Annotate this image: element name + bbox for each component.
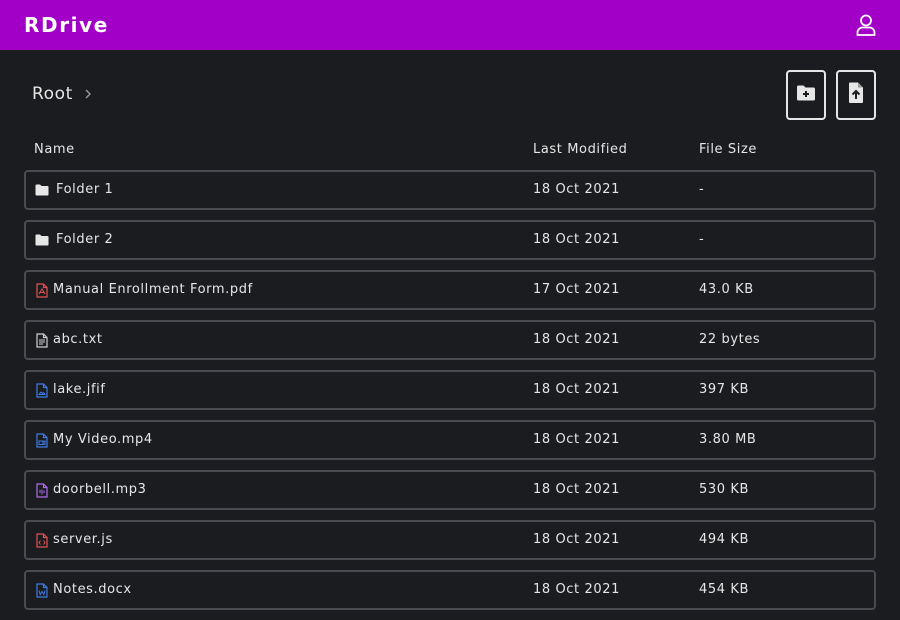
- item-last-modified: 18 Oct 2021: [533, 332, 620, 347]
- breadcrumb: Root: [32, 84, 91, 104]
- item-last-modified: 18 Oct 2021: [533, 382, 620, 397]
- item-file-size: 530 KB: [699, 482, 749, 497]
- item-last-modified: 18 Oct 2021: [533, 582, 620, 597]
- file-list: Folder 1 18 Oct 2021 - Folder 2 18 Oct 2021 -…: [24, 170, 876, 620]
- item-last-modified: 17 Oct 2021: [533, 282, 620, 297]
- item-last-modified: 18 Oct 2021: [533, 532, 620, 547]
- item-last-modified: 18 Oct 2021: [533, 482, 620, 497]
- file-row[interactable]: server.js 18 Oct 2021 494 KB: [24, 520, 876, 560]
- folder-icon: [34, 232, 50, 248]
- file-row[interactable]: Manual Enrollment Form.pdf 17 Oct 2021 43.…: [24, 270, 876, 310]
- item-file-size: 454 KB: [699, 582, 749, 597]
- new-folder-button[interactable]: [786, 70, 826, 120]
- upload-file-button[interactable]: [836, 70, 876, 120]
- folder-row[interactable]: Folder 2 18 Oct 2021 -: [24, 220, 876, 260]
- text-file-icon: [34, 332, 50, 348]
- item-name[interactable]: lake.jfif: [53, 382, 106, 397]
- column-header-file-size[interactable]: File Size: [699, 142, 757, 157]
- file-row[interactable]: doorbell.mp3 18 Oct 2021 530 KB: [24, 470, 876, 510]
- breadcrumb-root[interactable]: Root: [32, 84, 73, 104]
- item-name[interactable]: server.js: [53, 532, 113, 547]
- file-row[interactable]: lake.jfif 18 Oct 2021 397 KB: [24, 370, 876, 410]
- toolbar-actions: [786, 70, 876, 120]
- item-file-size: 397 KB: [699, 382, 749, 397]
- item-last-modified: 18 Oct 2021: [533, 432, 620, 447]
- chevron-right-icon: [85, 89, 91, 99]
- code-file-icon: [34, 532, 50, 548]
- item-name[interactable]: Folder 1: [56, 182, 113, 197]
- item-file-size: -: [699, 182, 705, 197]
- brand-logo[interactable]: RDrive: [24, 13, 109, 37]
- file-row[interactable]: abc.txt 18 Oct 2021 22 bytes: [24, 320, 876, 360]
- item-last-modified: 18 Oct 2021: [533, 182, 620, 197]
- table-header: Name Last Modified File Size: [24, 140, 876, 160]
- pdf-file-icon: [34, 282, 50, 298]
- file-row[interactable]: Notes.docx 18 Oct 2021 454 KB: [24, 570, 876, 610]
- folder-row[interactable]: Folder 1 18 Oct 2021 -: [24, 170, 876, 210]
- file-row[interactable]: My Video.mp4 18 Oct 2021 3.80 MB: [24, 420, 876, 460]
- toolbar: Root: [24, 70, 876, 120]
- word-file-icon: [34, 582, 50, 598]
- item-name[interactable]: Notes.docx: [53, 582, 132, 597]
- video-file-icon: [34, 432, 50, 448]
- item-file-size: 22 bytes: [699, 332, 761, 347]
- column-header-name[interactable]: Name: [34, 142, 75, 157]
- item-file-size: -: [699, 232, 705, 247]
- folder-icon: [34, 182, 50, 198]
- app-header: RDrive: [0, 0, 900, 50]
- file-upload-icon: [848, 82, 864, 108]
- folder-plus-icon: [796, 85, 816, 105]
- item-name[interactable]: abc.txt: [53, 332, 103, 347]
- image-file-icon: [34, 382, 50, 398]
- column-header-last-modified[interactable]: Last Modified: [533, 142, 627, 157]
- item-name[interactable]: My Video.mp4: [53, 432, 153, 447]
- user-icon[interactable]: [854, 13, 878, 37]
- item-file-size: 43.0 KB: [699, 282, 754, 297]
- item-name[interactable]: Folder 2: [56, 232, 113, 247]
- item-file-size: 3.80 MB: [699, 432, 757, 447]
- item-last-modified: 18 Oct 2021: [533, 232, 620, 247]
- item-name[interactable]: doorbell.mp3: [53, 482, 147, 497]
- item-file-size: 494 KB: [699, 532, 749, 547]
- item-name[interactable]: Manual Enrollment Form.pdf: [53, 282, 253, 297]
- audio-file-icon: [34, 482, 50, 498]
